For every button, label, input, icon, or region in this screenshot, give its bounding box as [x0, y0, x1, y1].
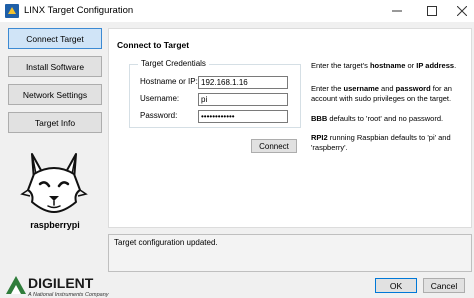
wolf-mascot-icon — [20, 153, 88, 213]
device-name: raspberrypi — [30, 220, 80, 230]
help-hostname-text: Enter the target's hostname or IP addres… — [311, 61, 457, 70]
group-legend: Target Credentials — [138, 59, 209, 68]
maximize-button[interactable] — [418, 2, 446, 20]
close-icon — [457, 6, 467, 16]
connect-button[interactable]: Connect — [251, 139, 297, 153]
panel-title: Connect to Target — [117, 40, 190, 50]
minimize-button[interactable] — [383, 2, 411, 20]
hostname-label: Hostname or IP: — [140, 77, 198, 86]
status-box: Target configuration updated. — [108, 234, 472, 272]
close-button[interactable] — [448, 2, 474, 20]
password-label: Password: — [140, 111, 178, 120]
target-credentials-group: Target Credentials Hostname or IP: Usern… — [129, 59, 301, 128]
logo-text: DIGILENT — [28, 275, 94, 291]
window-title: LINX Target Configuration — [24, 5, 134, 16]
status-text: Target configuration updated. — [114, 238, 218, 247]
linx-app-icon — [5, 4, 19, 18]
minimize-icon — [392, 10, 402, 12]
nav-target-info-button[interactable]: Target Info — [8, 112, 102, 133]
username-input[interactable] — [198, 93, 288, 106]
help-credentials-text: Enter the username and password for an a… — [311, 84, 452, 103]
nav-network-settings-button[interactable]: Network Settings — [8, 84, 102, 105]
maximize-icon — [427, 6, 437, 16]
title-bar: LINX Target Configuration — [0, 0, 474, 22]
connect-target-panel: Connect to Target Target Credentials Hos… — [108, 28, 472, 228]
help-bbb-text: BBB defaults to 'root' and no password. — [311, 114, 444, 123]
password-input[interactable] — [198, 110, 288, 123]
cancel-button[interactable]: Cancel — [423, 278, 465, 293]
nav-connect-target-button[interactable]: Connect Target — [8, 28, 102, 49]
logo-tagline: A National Instruments Company — [27, 292, 110, 298]
nav-install-software-button[interactable]: Install Software — [8, 56, 102, 77]
ok-button[interactable]: OK — [375, 278, 417, 293]
username-label: Username: — [140, 94, 180, 103]
hostname-input[interactable] — [198, 76, 288, 89]
window-body: Connect Target Install Software Network … — [0, 22, 474, 298]
digilent-logo-icon: DIGILENT A National Instruments Company — [6, 275, 110, 298]
help-rpi2-text: RPI2 running Raspbian defaults to 'pi' a… — [311, 133, 451, 152]
